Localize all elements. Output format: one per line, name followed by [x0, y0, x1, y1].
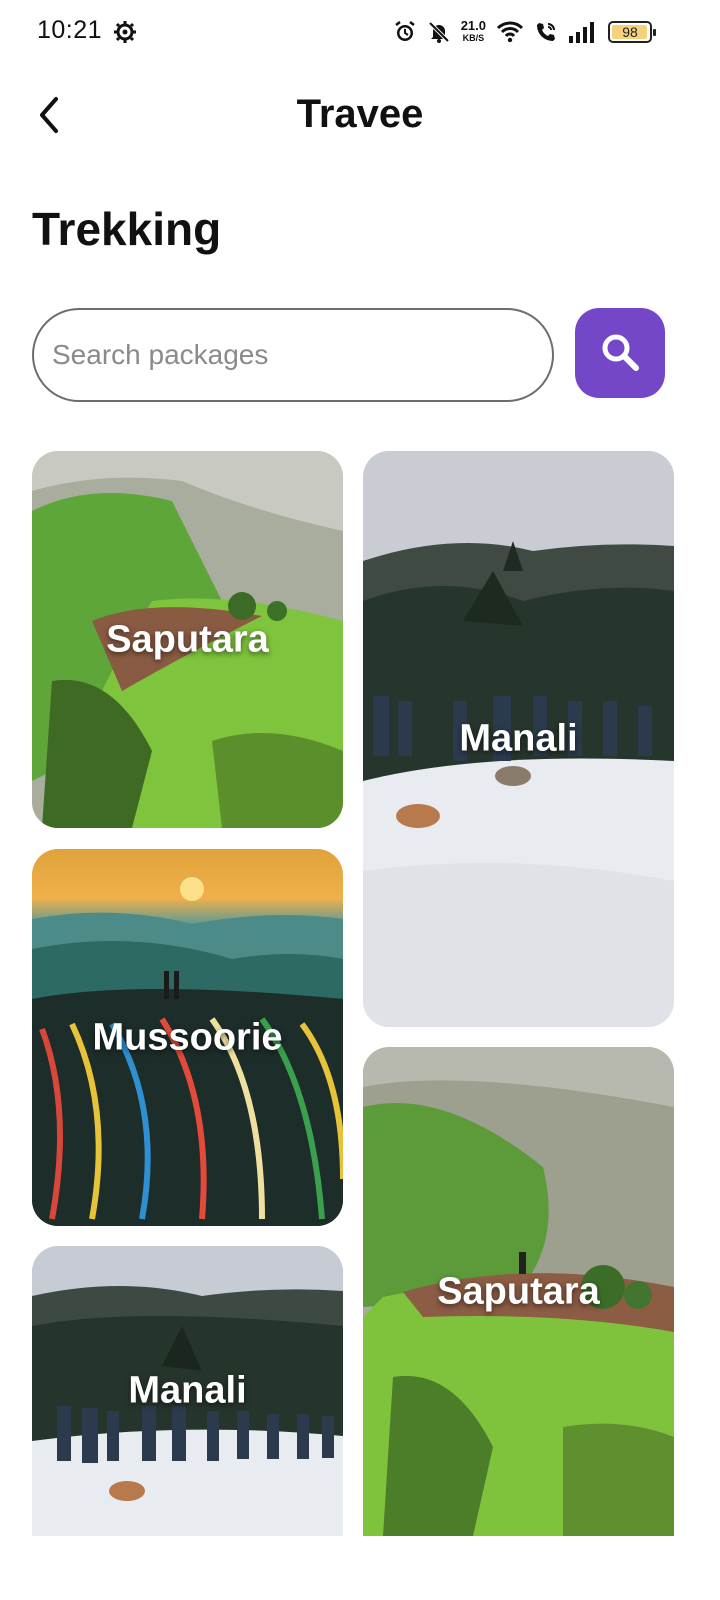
status-time: 10:21 — [37, 16, 103, 44]
signal-icon — [568, 21, 598, 43]
card-label: Saputara — [106, 618, 269, 660]
package-card-manali[interactable]: Manali — [32, 1246, 343, 1536]
card-label: Manali — [459, 717, 578, 760]
card-label: Mussoorie — [92, 1016, 283, 1058]
card-label: Manali — [128, 1369, 247, 1412]
search-icon — [598, 330, 642, 377]
wifi-call-icon — [534, 20, 558, 44]
battery-indicator: 98 — [608, 21, 656, 43]
page-title: Travee — [296, 92, 424, 136]
search-input[interactable] — [32, 308, 554, 402]
package-card-mussoorie[interactable]: Mussoorie — [32, 849, 343, 1226]
search-button[interactable] — [575, 308, 665, 398]
bottom-edge — [0, 1536, 720, 1600]
status-icons: 21.0 KB/S 98 — [393, 16, 656, 48]
alarm-icon — [393, 20, 417, 44]
net-speed: 21.0 KB/S — [460, 18, 486, 44]
card-label: Saputara — [437, 1270, 600, 1312]
bell-off-icon — [427, 20, 451, 44]
wifi-icon — [496, 20, 524, 44]
package-card-saputara[interactable]: Saputara — [32, 451, 343, 828]
net-speed-unit: KB/S — [462, 33, 485, 43]
gear-icon — [113, 20, 137, 44]
package-card-saputara[interactable]: Saputara — [363, 1047, 674, 1536]
battery-level: 98 — [622, 24, 638, 40]
section-title: Trekking — [32, 203, 222, 255]
package-card-manali[interactable]: Manali — [363, 451, 674, 1027]
status-bar: 10:21 21.0 KB/S 98 — [0, 0, 720, 64]
net-speed-value: 21.0 — [460, 18, 486, 33]
